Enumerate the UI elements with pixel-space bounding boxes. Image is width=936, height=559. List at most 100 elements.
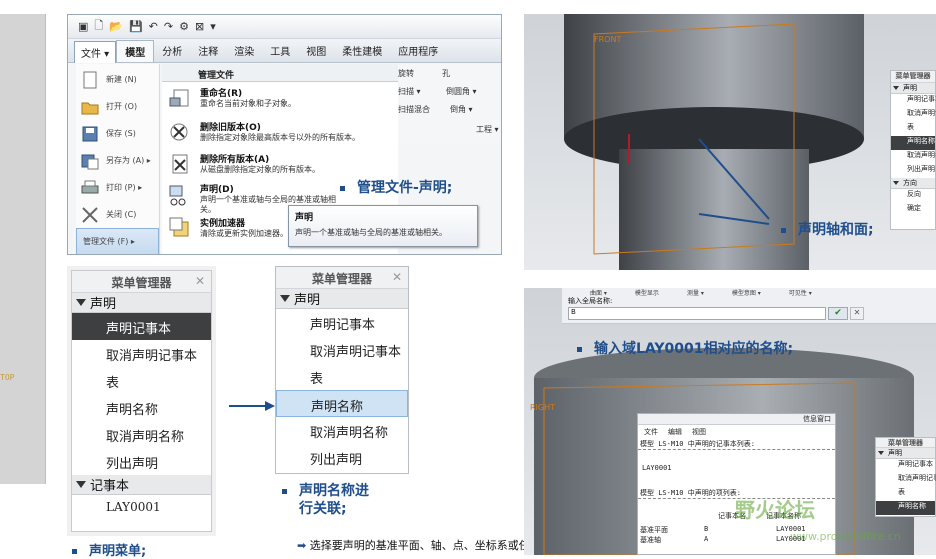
instance-accelerator-icon <box>169 217 189 237</box>
new-icon[interactable]: 🗋 <box>94 17 103 36</box>
toolbar-measure[interactable]: 测量 ▾ <box>687 288 704 297</box>
cancel-button[interactable]: ✕ <box>850 307 864 320</box>
file-menu-left-column: 新建 (N) 打开 (O) 保存 (S) 另存为 (A) ▸ 打印 (P) ▸ … <box>76 64 160 254</box>
window-icon[interactable]: ▣ <box>78 20 88 33</box>
info-menu-file[interactable]: 文件 <box>644 427 658 437</box>
menu-item-close[interactable]: 关闭 (C) <box>76 201 159 228</box>
item-notebook-lay0001[interactable]: LAY0001 <box>72 495 211 519</box>
item-undeclare-notebook[interactable]: 取消声明记事本 <box>891 108 936 122</box>
quick-access-toolbar: ▣ 🗋 📂 💾 ↶ ↷ ⚙ ⊠ ▾ <box>68 15 501 39</box>
item-undeclare-notebook[interactable]: 取消声明记事本 <box>276 336 408 363</box>
tab-annotate[interactable]: 注释 <box>190 43 226 62</box>
ribbon-hole[interactable]: 孔 <box>442 68 450 79</box>
cylinder-model-svg: FRONT <box>564 14 864 270</box>
item-list-declarations[interactable]: 列出声明 <box>891 164 935 178</box>
item-undeclare-name[interactable]: 取消声明名称 <box>276 417 408 444</box>
tab-tools[interactable]: 工具 <box>262 43 298 62</box>
item-declare-name[interactable]: 声明名称 <box>72 394 211 421</box>
tab-analysis[interactable]: 分析 <box>154 43 190 62</box>
global-name-field[interactable]: B <box>568 307 826 320</box>
rename-icon <box>169 89 189 107</box>
item-undeclare-notebook[interactable]: 取消声明记事本 <box>876 473 936 487</box>
tab-file[interactable]: 文件 ▾ <box>74 41 117 63</box>
menu-manager-left: 菜单管理器 ✕ 声明 声明记事本 取消声明记事本 表 声明名称 取消声明名称 列出… <box>67 266 216 536</box>
item-declare-name[interactable]: 声明名称 <box>891 136 935 150</box>
undo-icon[interactable]: ↶ <box>149 20 158 33</box>
regenerate-icon[interactable]: ⚙ <box>179 20 189 33</box>
windows-icon[interactable]: ⊠ <box>195 20 204 33</box>
group-declare[interactable]: 声明 <box>876 448 935 459</box>
watermark-logo: 野火论坛 <box>735 498 815 522</box>
info-menu-view[interactable]: 视图 <box>692 427 706 437</box>
item-undeclare-notebook[interactable]: 取消声明记事本 <box>72 340 211 367</box>
item-table[interactable]: 表 <box>891 122 935 136</box>
bullet-declare-axis-plane: 声明轴和面; <box>781 219 874 239</box>
tab-render[interactable]: 渲染 <box>226 43 262 62</box>
redo-icon[interactable]: ↷ <box>164 20 173 33</box>
item-undeclare-name[interactable]: 取消声明名称 <box>72 421 211 448</box>
item-list-declarations[interactable]: 列出声明 <box>276 444 408 471</box>
declare-icon <box>169 185 186 206</box>
save-as-icon <box>81 154 99 169</box>
menu-item-save[interactable]: 保存 (S) <box>76 120 159 147</box>
group-declare[interactable]: 声明 <box>276 289 408 309</box>
item-ok[interactable]: 确定 <box>891 203 935 217</box>
group-notebook[interactable]: 记事本 <box>72 475 211 495</box>
item-table[interactable]: 表 <box>72 367 211 394</box>
item-list-declarations[interactable]: 列出声明 <box>72 448 211 475</box>
item-declare-notebook[interactable]: 声明记事本 <box>72 313 211 340</box>
declare-tooltip: 声明 声明一个基准或轴与全局的基准或轴相关。 <box>288 205 478 247</box>
bullet-declare-name-related: 声明名称进 行关联; <box>282 482 369 518</box>
item-table[interactable]: 表 <box>876 487 935 501</box>
item-table[interactable]: 表 <box>276 363 408 390</box>
info-window-menubar: 文件 编辑 视图 <box>638 425 835 439</box>
menu-item-new[interactable]: 新建 (N) <box>76 66 159 93</box>
submenu-delete-old-versions[interactable]: 删除旧版本(O) 删除指定对象除最高版本号以外的所有版本。 <box>168 120 394 144</box>
qat-more-icon[interactable]: ▾ <box>210 20 216 33</box>
submenu-delete-all-versions[interactable]: 删除所有版本(A) 从磁盘删除指定对象的所有版本。 <box>168 152 394 176</box>
ribbon-revolve[interactable]: 旋转 <box>398 68 414 79</box>
right-datum-label: RIGHT <box>530 403 555 412</box>
item-declare-notebook[interactable]: 声明记事本 <box>891 94 936 108</box>
close-icon[interactable]: ✕ <box>195 274 205 288</box>
item-declare-notebook[interactable]: 声明记事本 <box>876 459 935 473</box>
bullet-enter-name: 输入域LAY0001相对应的名称; <box>577 338 793 358</box>
open-icon[interactable]: 📂 <box>109 20 123 33</box>
info-window-title: 信息窗口 <box>638 414 835 425</box>
bullet-declare-menu: 声明菜单; <box>72 540 146 559</box>
item-declare-name[interactable]: 声明名称 <box>876 501 935 515</box>
toolbar-model-intent[interactable]: 模型意图 ▾ <box>732 288 761 297</box>
toolbar-model-display[interactable]: 模型显示 <box>635 288 659 297</box>
tab-model[interactable]: 模型 <box>116 40 155 62</box>
close-icon[interactable]: ✕ <box>392 270 402 284</box>
tab-flexible-modeling[interactable]: 柔性建模 <box>334 43 390 62</box>
menu-manager-small: 菜单管理器 声明 声明记事本 取消声明记事本 表 声明名称 取消声明名称 列出声… <box>890 70 936 230</box>
ribbon-round[interactable]: 倒圆角 ▾ <box>446 86 477 97</box>
menu-item-open[interactable]: 打开 (O) <box>76 93 159 120</box>
toolbar-visibility[interactable]: 可见性 ▾ <box>789 288 812 297</box>
submenu-rename[interactable]: 重命名(R) 重命名当前对象和子对象。 <box>168 86 394 110</box>
item-declare-name[interactable]: 声明名称 <box>276 390 408 417</box>
group-declare[interactable]: 声明 <box>72 293 211 313</box>
save-icon[interactable]: 💾 <box>129 20 143 33</box>
close-icon <box>82 206 98 223</box>
info-menu-edit[interactable]: 编辑 <box>668 427 682 437</box>
item-undeclare-name[interactable]: 取消声明名称 <box>891 150 936 164</box>
graphics-toolbar: 曲面 ▾ 模型显示 测量 ▾ 模型意图 ▾ 可见性 ▾ <box>590 288 812 297</box>
ribbon-swept-blend[interactable]: 扫描混合 <box>398 104 430 115</box>
group-declare[interactable]: 声明 <box>891 83 935 94</box>
tooltip-title: 声明 <box>295 213 314 223</box>
menu-item-save-as[interactable]: 另存为 (A) ▸ <box>76 147 159 174</box>
group-direction[interactable]: 方向 <box>891 178 935 189</box>
tab-view[interactable]: 视图 <box>298 43 334 62</box>
tab-applications[interactable]: 应用程序 <box>390 43 446 62</box>
menu-item-manage-files[interactable]: 管理文件 (F) ▸ <box>76 228 159 254</box>
ribbon-tabs: 文件 ▾ 模型 分析 注释 渲染 工具 视图 柔性建模 应用程序 <box>68 39 501 63</box>
ribbon-chamfer[interactable]: 倒角 ▾ <box>450 104 473 115</box>
item-flip[interactable]: 反向 <box>891 189 935 203</box>
ribbon-sweep[interactable]: 扫描 ▾ <box>398 86 421 97</box>
ribbon-engineering-group[interactable]: 工程 ▾ <box>476 124 499 135</box>
item-declare-notebook[interactable]: 声明记事本 <box>276 309 408 336</box>
menu-item-print[interactable]: 打印 (P) ▸ <box>76 174 159 201</box>
confirm-button[interactable]: ✔ <box>828 307 848 320</box>
